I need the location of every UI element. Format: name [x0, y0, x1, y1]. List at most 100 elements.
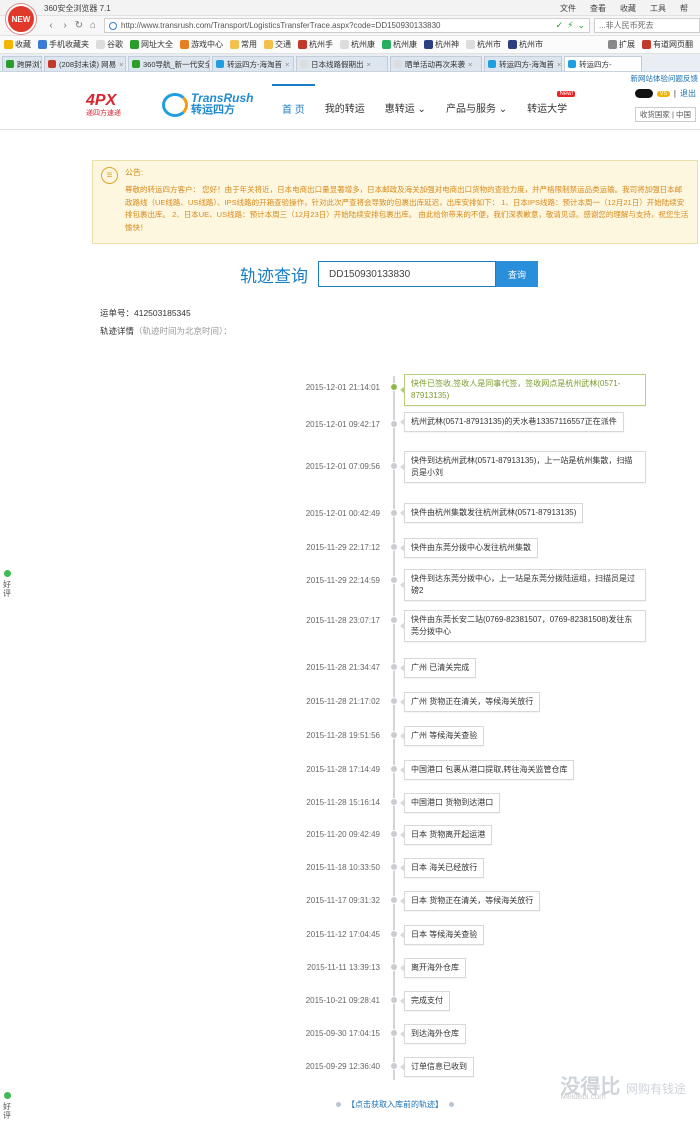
timeline-event-text: 到达海外仓库: [400, 1024, 466, 1044]
nav-home[interactable]: 首 页: [272, 84, 315, 130]
query-button[interactable]: 查询: [496, 261, 538, 287]
fav-hz1[interactable]: 杭州手: [298, 39, 333, 50]
fav-hao[interactable]: 网址大全: [130, 39, 173, 50]
tab-360[interactable]: 360导航_新一代安全上网导航×: [128, 56, 210, 71]
fav-google[interactable]: 谷歌: [96, 39, 123, 50]
site-icon: [132, 60, 140, 68]
timeline-dot-icon: [390, 383, 398, 391]
timeline-time: 2015-12-01 07:09:56: [305, 462, 380, 471]
nav-promo[interactable]: 惠转运 ⌄: [375, 84, 436, 130]
announcement-text: 尊敬的转运四方客户： 您好！由于年关将近，日本电商出口量显著增多，日本邮政及海关…: [125, 185, 689, 232]
fav-hz6[interactable]: 杭州市: [508, 39, 543, 50]
tracking-number-input[interactable]: DD150930133830: [318, 261, 496, 287]
menu-favorites[interactable]: 收藏: [620, 3, 636, 14]
fav-common[interactable]: 常用: [230, 39, 257, 50]
menu-help[interactable]: 帮: [680, 3, 688, 14]
nav-my-transfer[interactable]: 我的转运: [315, 84, 375, 130]
side-rating-tab[interactable]: 好评: [2, 1092, 12, 1120]
nav-products[interactable]: 产品与服务 ⌄: [436, 84, 517, 130]
browser-title: 360安全浏览器 7.1: [44, 4, 111, 13]
tab-transrush-2[interactable]: 转运四方-海淘首 ×: [484, 56, 562, 71]
security-icon[interactable]: ✓: [556, 20, 564, 31]
timeline-event-text: 完成支付: [400, 991, 450, 1011]
timeline-event-text: 快件到达东莞分拨中心，上一站是东莞分拨陆运组，扫描员是过磅2: [400, 569, 646, 601]
translate-icon: [642, 40, 651, 49]
menu-view[interactable]: 查看: [590, 3, 606, 14]
dot-icon: [449, 1102, 454, 1107]
tab-japan[interactable]: 日本线路假期出 ×: [296, 56, 388, 71]
browser-logo-icon[interactable]: NEW: [6, 4, 36, 34]
timeline-time: 2015-11-12 17:04:45: [306, 930, 380, 939]
timeline-dot-icon: [390, 996, 398, 1004]
timeline-time: 2015-11-18 10:33:50: [306, 863, 380, 872]
logo-4px[interactable]: 4PX 递四方速递: [86, 93, 121, 118]
speed-icon[interactable]: ⚡: [567, 20, 573, 31]
tab-share[interactable]: 晒单活动再次来袭 ×: [390, 56, 482, 71]
site-header: 4PX 递四方速递 TransRush 转运四方 首 页 我的转运 惠转运 ⌄ …: [0, 84, 700, 130]
timeline-event-text: 日本 货物离开起运港: [399, 825, 493, 845]
close-icon[interactable]: ×: [468, 60, 472, 69]
globe-icon: [109, 21, 117, 30]
close-icon[interactable]: ×: [119, 60, 123, 69]
browser-search-input[interactable]: ...非人民币死去: [594, 18, 700, 33]
translate-button[interactable]: 有道网页翻: [642, 39, 693, 50]
nav-university[interactable]: 转运大学 New!: [517, 84, 577, 130]
fav-collect[interactable]: 收藏: [4, 39, 31, 50]
side-rating-tab[interactable]: 好评: [2, 570, 12, 598]
page-icon: [340, 40, 349, 49]
fav-mobile[interactable]: 手机收藏夹: [38, 39, 89, 50]
menu-file[interactable]: 文件: [560, 3, 576, 14]
close-icon[interactable]: ×: [557, 60, 561, 69]
timeline-dot-icon: [390, 1029, 398, 1037]
announcement-label: 公告:: [125, 168, 144, 177]
user-area: V5 | 退出 收货国家 | 中国: [634, 88, 696, 122]
page-icon: [300, 60, 308, 68]
avatar[interactable]: [634, 89, 653, 98]
menu-tools[interactable]: 工具: [650, 3, 666, 14]
fav-hz2[interactable]: 杭州康: [340, 39, 375, 50]
timeline-dot-icon: [390, 863, 398, 871]
fav-game[interactable]: 游戏中心: [180, 39, 223, 50]
refresh-icon[interactable]: ↻: [72, 20, 86, 31]
timeline-event-text: 广州 货物正在清关，等候海关放行: [399, 692, 541, 712]
game-icon: [180, 40, 189, 49]
new-badge: New!: [557, 91, 576, 97]
timeline-event-text: 日本 等候海关查验: [399, 925, 485, 945]
fav-hz4[interactable]: 杭州神: [424, 39, 459, 50]
home-icon[interactable]: ⌂: [86, 20, 100, 31]
tab-transrush-active[interactable]: 转运四方-: [564, 56, 642, 71]
timeline-dot-icon: [390, 1062, 398, 1070]
timeline-event-text: 杭州武林(0571-87913135)的天水巷13357116557正在派件: [400, 412, 624, 432]
extensions-button[interactable]: 扩展: [608, 39, 635, 50]
forward-icon[interactable]: ›: [58, 20, 72, 31]
site-icon: [298, 40, 307, 49]
grid-icon: [608, 40, 617, 49]
fav-traffic[interactable]: 交通: [264, 39, 291, 50]
timeline-event-text: 日本 货物正在清关，等候海关放行: [399, 891, 541, 911]
more-track-link[interactable]: 【点击获取入库前的轨迹】: [336, 1099, 454, 1110]
timeline-time: 2015-09-29 12:36:40: [305, 1062, 380, 1071]
tab-screen[interactable]: 跨屏浏览: [2, 56, 42, 71]
logo-transrush[interactable]: TransRush 转运四方: [162, 92, 253, 117]
timeline-dot-icon: [390, 576, 398, 584]
folder-icon: [38, 40, 47, 49]
timeline-dot-icon: [390, 462, 398, 470]
timeline-event-text: 中国港口 包裹从港口提取,转往海关监管仓库: [399, 760, 575, 780]
fav-hz3[interactable]: 杭州康: [382, 39, 417, 50]
tab-mail[interactable]: (208封未读) 网易 ×: [44, 56, 126, 71]
dropdown-icon[interactable]: ⌄: [577, 20, 585, 31]
back-icon[interactable]: ‹: [44, 20, 58, 31]
timeline-dot-icon: [390, 963, 398, 971]
feedback-link[interactable]: 新网站体验问题反馈: [631, 73, 699, 84]
logout-link[interactable]: 退出: [680, 88, 696, 99]
close-icon[interactable]: ×: [367, 60, 371, 69]
timeline-time: 2015-11-28 17:14:49: [306, 765, 380, 774]
tab-transrush-1[interactable]: 转运四方-海淘首 ×: [212, 56, 294, 71]
timeline-time: 2015-11-28 21:34:47: [306, 663, 380, 672]
country-selector[interactable]: 收货国家 | 中国: [634, 107, 696, 122]
close-icon[interactable]: ×: [285, 60, 289, 69]
waybill-number: 运单号：412503185345: [100, 308, 191, 318]
url-field[interactable]: http://www.transrush.com/Transport/Logis…: [104, 18, 590, 33]
fav-hz5[interactable]: 杭州市: [466, 39, 501, 50]
search-text: ...非人民币死去: [599, 21, 654, 30]
